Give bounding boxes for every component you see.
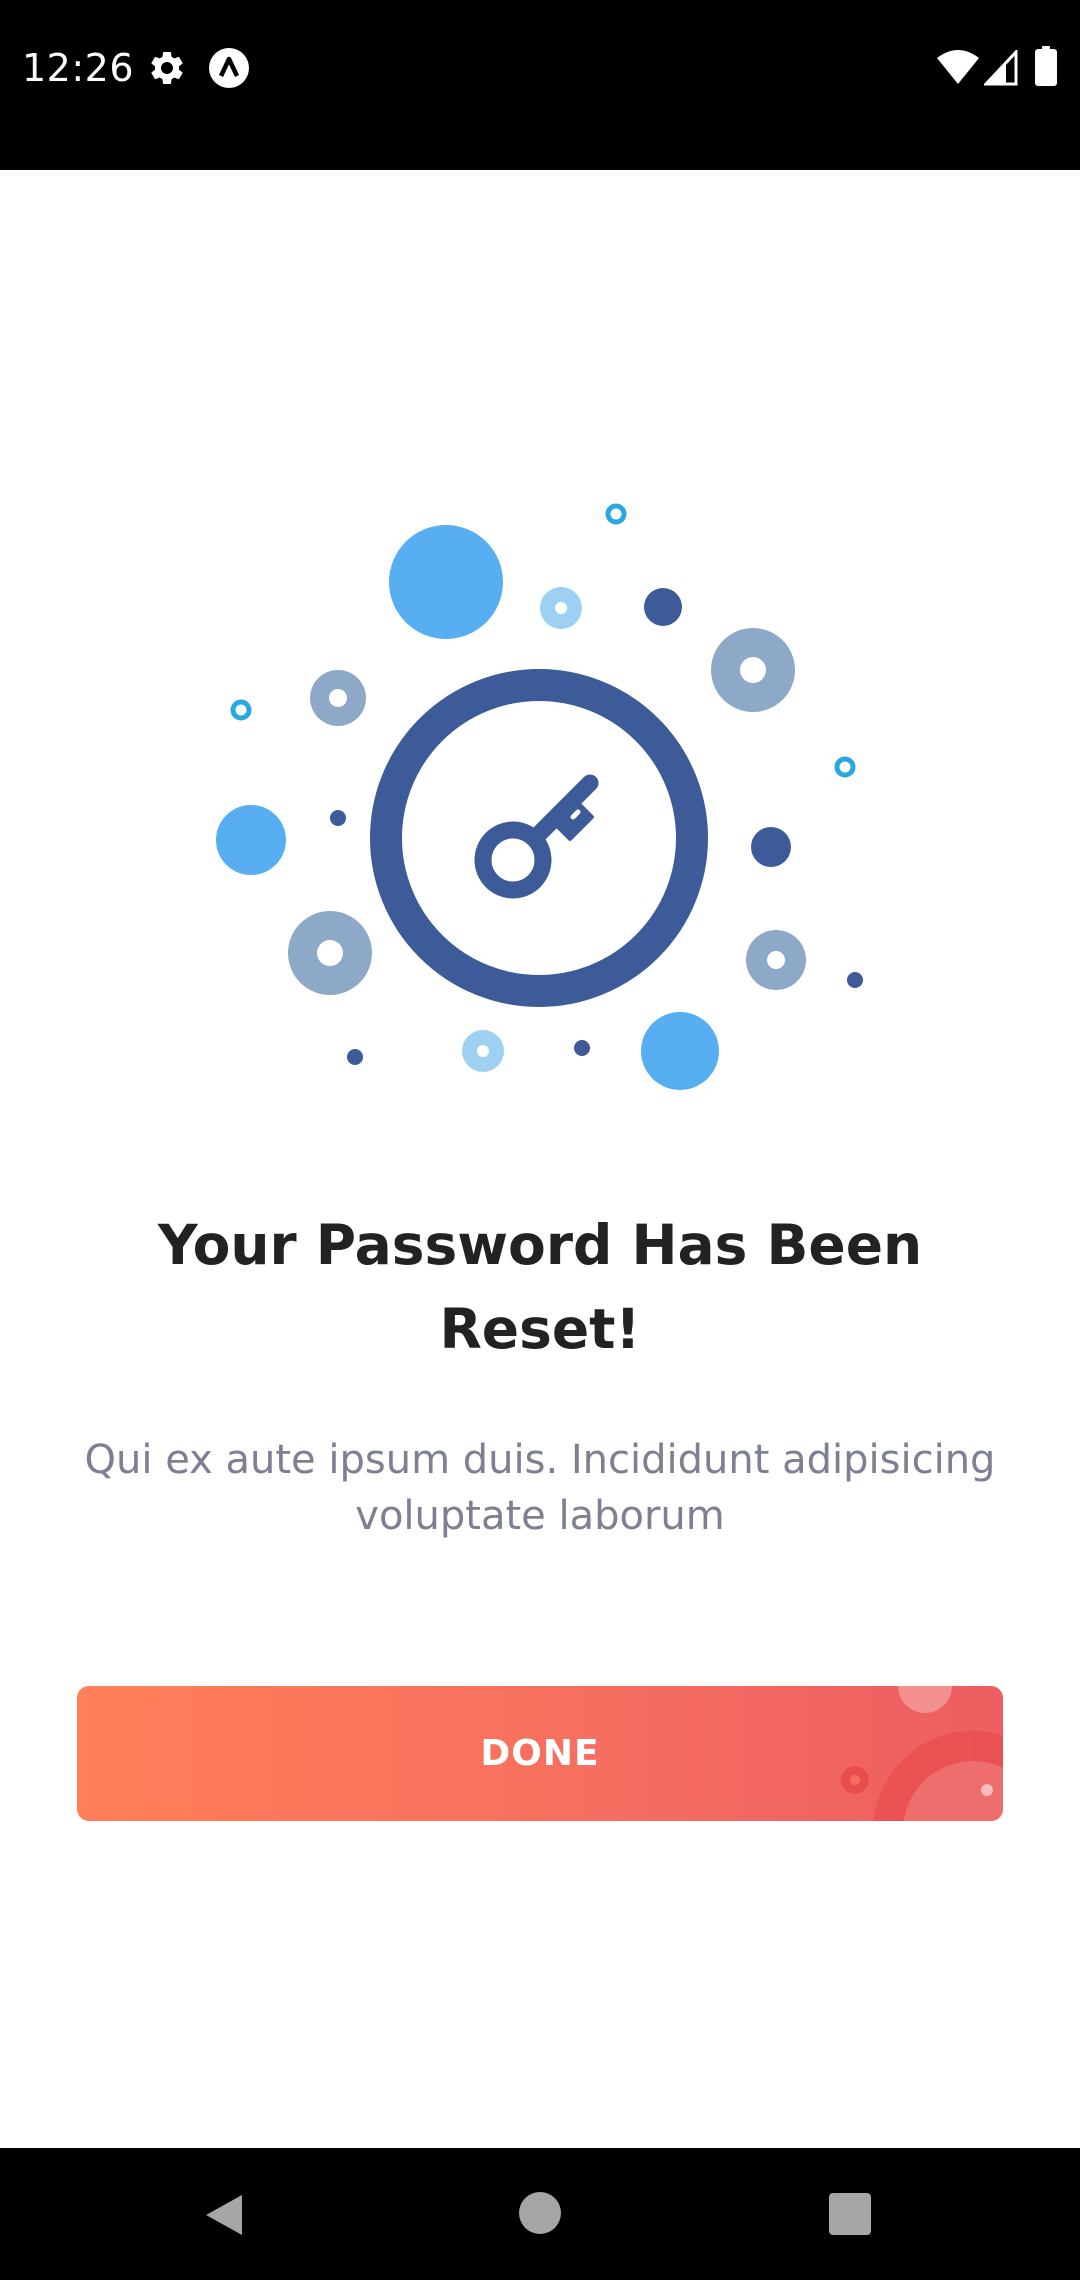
decor-circle (641, 1012, 719, 1090)
decor-dot (347, 1049, 363, 1065)
decor-dot (751, 827, 791, 867)
app-notification-icon (209, 48, 249, 88)
wifi-icon (937, 50, 979, 84)
status-bar: 12:26 (0, 0, 1080, 170)
done-button-label: DONE (480, 1733, 600, 1774)
decor-circle (216, 805, 286, 875)
decor-ring (230, 699, 252, 721)
decor-ring (834, 756, 856, 778)
decor-dot (847, 972, 863, 988)
page-subtitle: Qui ex aute ipsum duis. Incididunt adipi… (84, 1437, 996, 1539)
recents-icon[interactable] (829, 2193, 871, 2235)
navigation-bar (0, 2148, 1080, 2280)
decor-dot (574, 1040, 590, 1056)
decor-circle (389, 525, 503, 639)
decor-dot (644, 588, 682, 626)
back-icon[interactable] (200, 2190, 250, 2240)
page-title: Your Password Has Been Reset! (157, 1213, 923, 1361)
decor-ring (605, 503, 627, 525)
main-content: Your Password Has Been Reset! Qui ex aut… (0, 170, 1080, 2148)
status-time: 12:26 (22, 46, 135, 90)
gear-icon (151, 52, 183, 84)
signal-icon (984, 50, 1018, 86)
done-button[interactable]: DONE (77, 1686, 1003, 1821)
home-icon[interactable] (518, 2191, 562, 2235)
password-reset-illustration (216, 503, 863, 1090)
decor-dot (330, 810, 346, 826)
device-screen: 12:26 Your Password Has Been Reset! Qui … (0, 0, 1080, 2280)
key-icon (474, 774, 599, 899)
battery-icon (1035, 46, 1057, 86)
